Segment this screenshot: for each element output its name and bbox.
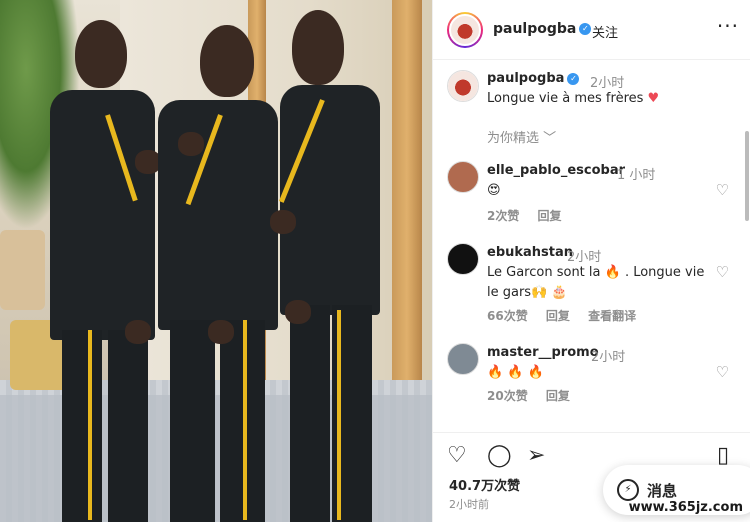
like-count[interactable]: 40.7万次赞 [449,475,520,494]
commenter-username[interactable]: ebukahstan [487,245,573,260]
comment-text: Le Garcon sont la 🔥 . Longue vie le gars… [487,265,705,300]
post-header: paulpogba ✓ 关注 ··· [433,0,750,60]
author-username[interactable]: paulpogba ✓ [493,21,592,37]
verified-badge-icon: ✓ [579,23,592,35]
heart-outline-icon[interactable]: ♡ [716,363,729,381]
comment-text: 😍 [487,183,501,198]
messages-label: 消息 [647,482,678,500]
comment-meta: 2次赞 回复 [487,207,576,224]
comment-item: elle_pablo_escobar 1 小时 😍 2次赞 回复 ♡ [433,161,750,251]
see-selection-link[interactable]: 为你精选 ﹀ [487,127,556,146]
comment-item: master__promo 2小时 🔥 🔥 🔥 20次赞 回复 ♡ [433,343,750,431]
caption-text: Longue vie à mes frères ♥ [487,91,659,106]
follow-button[interactable]: 关注 [592,22,618,41]
comment-likes[interactable]: 20次赞 [487,389,528,403]
heart-outline-icon[interactable]: ♡ [716,181,729,199]
comment-text: 🔥 🔥 🔥 [487,365,544,380]
reply-button[interactable]: 回复 [546,309,570,323]
like-heart-icon[interactable]: ♡ [447,443,467,468]
messenger-icon: ⚡ [617,479,639,501]
reply-button[interactable]: 回复 [538,209,562,223]
commenter-avatar[interactable] [447,243,479,275]
comments-area[interactable]: paulpogba ✓ 2小时 Longue vie à mes frères ♥… [433,61,750,431]
reply-button[interactable]: 回复 [546,389,570,403]
caption-username[interactable]: paulpogba ✓ [487,71,580,86]
caption-author-avatar[interactable] [447,70,479,102]
comment-meta: 66次赞 回复 查看翻译 [487,307,650,324]
comment-likes[interactable]: 2次赞 [487,209,519,223]
author-username-text[interactable]: paulpogba [493,21,576,37]
caption-time: 2小时 [590,76,625,91]
comment-bubble-icon[interactable]: ◯ [487,443,512,468]
caption-username-text[interactable]: paulpogba [487,71,564,86]
commenter-avatar[interactable] [447,343,479,375]
heart-outline-icon[interactable]: ♡ [716,263,729,281]
comment-meta: 20次赞 回复 [487,387,584,404]
author-avatar[interactable] [447,12,483,48]
commenter-username[interactable]: master__promo [487,345,599,360]
red-heart-emoji: ♥ [647,91,660,106]
commenter-username[interactable]: elle_pablo_escobar [487,163,625,178]
comment-item: ebukahstan 2小时 Le Garcon sont la 🔥 . Lon… [433,243,750,333]
site-watermark: www.365jz.com [628,500,743,515]
post-photo[interactable] [0,0,432,522]
post-time: 2小时前 [449,498,489,511]
share-send-icon[interactable]: ➢ [527,443,545,468]
post-side-panel: paulpogba ✓ 关注 ··· paulpogba ✓ 2小时 Longue … [432,0,750,522]
plant-pot [0,230,45,310]
translate-link[interactable]: 查看翻译 [588,309,636,323]
background-pillar [392,0,422,380]
comment-likes[interactable]: 66次赞 [487,309,528,323]
verified-badge-icon: ✓ [567,72,580,85]
commenter-avatar[interactable] [447,161,479,193]
post-actions-bar: ♡ ◯ ➢ ▯ 40.7万次赞 2小时前 ⚡ 消息 www.365jz.com [433,432,750,522]
caption-text-body: Longue vie à mes frères [487,91,644,106]
more-options-icon[interactable]: ··· [717,14,739,38]
